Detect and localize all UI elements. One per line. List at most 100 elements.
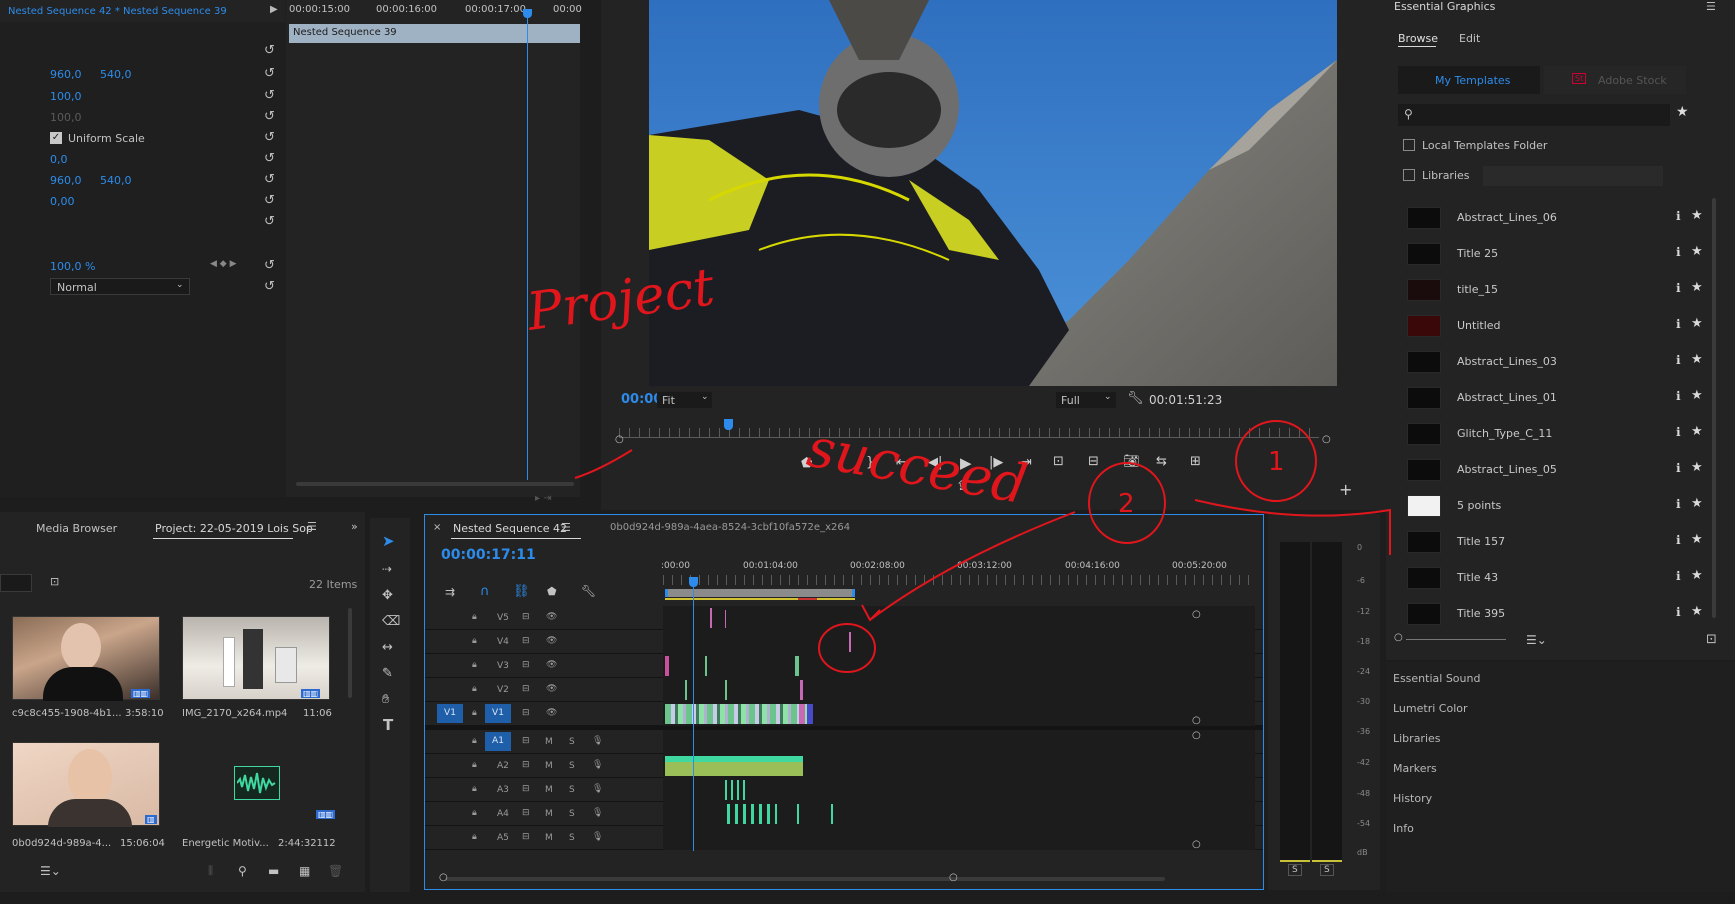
export-icon[interactable]: ⇪ <box>956 479 967 494</box>
ripple-edit-tool-icon[interactable]: ✥ <box>382 588 393 603</box>
star-icon[interactable]: ★ <box>1691 568 1703 583</box>
template-item[interactable]: title_15 ℹ ★ <box>1400 272 1705 308</box>
template-item[interactable]: Untitled ℹ ★ <box>1400 308 1705 344</box>
sync-lock-icon[interactable]: ⊟ <box>522 808 530 818</box>
clip[interactable] <box>807 704 813 724</box>
eg-scrollbar[interactable] <box>1712 198 1716 618</box>
selection-tool-icon[interactable]: ➤ <box>382 532 395 550</box>
timeline-tab-2[interactable]: 0b0d924d-989a-4aea-8524-3cbf10fa572e_x26… <box>610 522 850 533</box>
panel-info[interactable]: Info <box>1393 822 1414 835</box>
star-icon[interactable]: ★ <box>1691 496 1703 511</box>
go-to-in-icon[interactable]: ⇤ <box>896 455 907 470</box>
add-marker-icon[interactable]: ⬟ <box>547 585 557 598</box>
button-editor-plus-icon[interactable]: + <box>1339 480 1352 499</box>
info-icon[interactable]: ℹ <box>1676 425 1681 439</box>
keyframe-nav-icon[interactable]: ◀ ◆ ▶ <box>210 259 237 269</box>
ec-clip-bar[interactable]: Nested Sequence 39 <box>289 24 580 43</box>
panel-markers[interactable]: Markers <box>1393 762 1437 775</box>
sync-lock-icon[interactable]: ⊟ <box>522 684 530 694</box>
video-frame[interactable] <box>649 0 1337 386</box>
eye-icon[interactable]: 👁︎ <box>546 612 557 622</box>
tab-browse[interactable]: Browse <box>1398 32 1438 45</box>
panel-menu-icon[interactable]: ☰ <box>1706 0 1716 13</box>
sync-lock-icon[interactable]: ⊟ <box>522 784 530 794</box>
star-icon[interactable]: ★ <box>1691 352 1703 367</box>
export-frame-icon[interactable]: 📷︎ <box>1123 454 1140 469</box>
snap-icon[interactable]: ∩ <box>480 584 490 599</box>
antiflicker-value[interactable]: 0,00 <box>50 195 75 208</box>
position-x-value[interactable]: 960,0 <box>50 68 82 81</box>
mic-icon[interactable]: 🎙︎ <box>592 736 603 746</box>
step-back-icon[interactable]: ◀| <box>928 455 942 470</box>
project-item-thumbnail[interactable]: ▥ <box>12 742 160 827</box>
lock-icon[interactable]: 🔒︎ <box>472 684 477 694</box>
clip[interactable] <box>705 656 707 676</box>
scroll-handle[interactable]: ○ <box>1192 609 1201 620</box>
clip[interactable] <box>800 680 803 700</box>
panel-essential-sound[interactable]: Essential Sound <box>1393 672 1480 685</box>
info-icon[interactable]: ℹ <box>1676 569 1681 583</box>
solo-button[interactable]: S <box>569 833 575 843</box>
scroll-handle[interactable]: ○ <box>1192 715 1201 726</box>
track-select-tool-icon[interactable]: ⇢ <box>382 562 392 576</box>
new-graphic-icon[interactable]: ⊡ <box>1706 632 1717 647</box>
eye-icon[interactable]: 👁︎ <box>546 684 557 694</box>
solo-button[interactable]: S <box>569 785 575 795</box>
clip[interactable] <box>849 632 851 652</box>
reset-icon[interactable]: ↺ <box>264 131 278 145</box>
clip[interactable] <box>725 680 727 700</box>
clip[interactable] <box>799 704 805 724</box>
template-item[interactable]: Title 25 ℹ ★ <box>1400 236 1705 272</box>
source-patch-v1[interactable]: V1 <box>437 704 463 723</box>
go-to-out-icon[interactable]: ⇥ <box>1021 455 1032 470</box>
anchor-x-value[interactable]: 960,0 <box>50 174 82 187</box>
tab-project[interactable]: Project: 22-05-2019 Lois Sop <box>155 522 313 535</box>
clip[interactable] <box>727 804 777 824</box>
star-icon[interactable]: ★ <box>1691 460 1703 475</box>
template-item[interactable]: Abstract_Lines_05 ℹ ★ <box>1400 452 1705 488</box>
template-item[interactable]: Title 157 ℹ ★ <box>1400 524 1705 560</box>
clip[interactable] <box>797 804 799 824</box>
meter-solo-button[interactable]: S <box>1288 864 1302 876</box>
timeline-h-scrollbar[interactable] <box>445 877 1165 881</box>
vr-icon[interactable]: ⊞ <box>1190 454 1201 469</box>
lock-icon[interactable]: 🔒︎ <box>472 612 477 622</box>
timeline-timecode[interactable]: 00:00:17:11 <box>441 547 536 563</box>
program-playhead[interactable] <box>724 419 733 430</box>
reset-icon[interactable]: ↺ <box>264 89 278 103</box>
clip[interactable] <box>685 680 687 700</box>
info-icon[interactable]: ℹ <box>1676 497 1681 511</box>
extract-icon[interactable]: ⊟ <box>1088 454 1099 469</box>
lock-icon[interactable]: 🔒︎ <box>472 760 477 770</box>
eye-icon[interactable]: 👁︎ <box>546 660 557 670</box>
info-icon[interactable]: ℹ <box>1676 389 1681 403</box>
template-item[interactable]: 5 points ℹ ★ <box>1400 488 1705 524</box>
lift-icon[interactable]: ⊡ <box>1053 454 1064 469</box>
mark-in-icon[interactable]: { <box>837 455 845 470</box>
sort-icon[interactable]: ☰⌄ <box>1526 633 1547 647</box>
panel-overflow-icon[interactable]: » <box>351 520 358 533</box>
star-icon[interactable]: ★ <box>1691 424 1703 439</box>
sync-lock-icon[interactable]: ⊟ <box>522 708 530 718</box>
star-icon[interactable]: ★ <box>1691 604 1703 619</box>
audio-item-thumbnail[interactable] <box>234 766 280 800</box>
info-icon[interactable]: ℹ <box>1676 605 1681 619</box>
ec-playhead-head[interactable] <box>523 9 532 18</box>
lock-icon[interactable]: 🔒︎ <box>472 784 477 794</box>
comparison-view-icon[interactable]: ⇆ <box>1156 454 1167 469</box>
wrench-icon[interactable]: 🔧︎ <box>581 584 596 598</box>
star-icon[interactable]: ★ <box>1691 280 1703 295</box>
reset-icon[interactable]: ↺ <box>264 280 278 294</box>
mic-icon[interactable]: 🎙︎ <box>592 808 603 818</box>
clip[interactable] <box>725 780 745 800</box>
info-icon[interactable]: ℹ <box>1676 281 1681 295</box>
uniform-scale-checkbox[interactable]: ✓ <box>50 132 62 144</box>
project-search-input[interactable] <box>0 574 32 592</box>
adobe-stock-tab[interactable]: St Adobe Stock <box>1544 66 1686 94</box>
reset-icon[interactable]: ↺ <box>264 173 278 187</box>
play-icon[interactable]: ▶ <box>960 454 972 472</box>
clip[interactable] <box>795 656 799 676</box>
clip[interactable] <box>725 610 726 628</box>
scale-value[interactable]: 100,0 <box>50 90 82 103</box>
panel-libraries[interactable]: Libraries <box>1393 732 1441 745</box>
